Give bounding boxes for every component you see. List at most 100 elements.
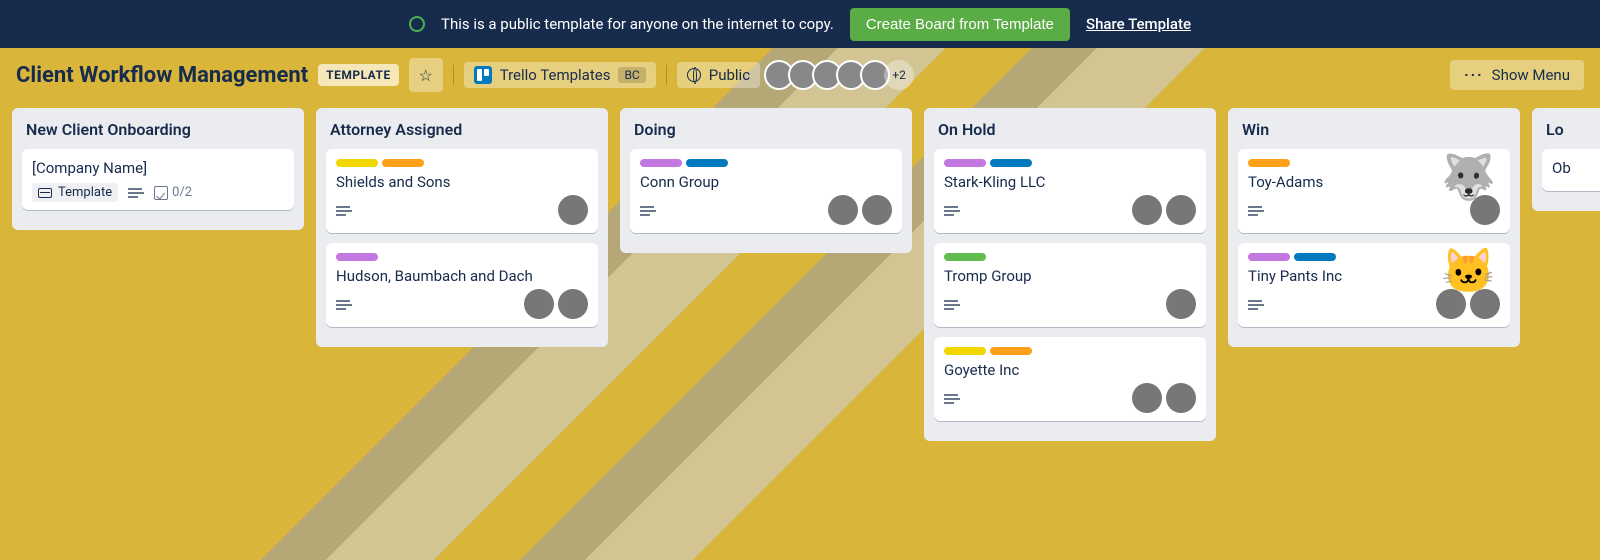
star-button[interactable]: ☆ (409, 58, 443, 92)
list[interactable]: Attorney Assigned Shields and Sons Hudson,… (316, 108, 608, 347)
description-icon (1248, 206, 1264, 216)
template-badge-label: Template (58, 185, 112, 200)
show-menu-label: Show Menu (1492, 66, 1570, 84)
list[interactable]: Doing Conn Group (620, 108, 912, 253)
show-menu-button[interactable]: ··· Show Menu (1450, 60, 1584, 90)
card-badges (944, 394, 960, 404)
card[interactable]: [Company Name] Template 0/2 (22, 149, 294, 210)
template-badge: Template (32, 183, 118, 202)
board-title[interactable]: Client Workflow Management (16, 63, 308, 88)
card-title: Goyette Inc (944, 361, 1196, 379)
globe-icon (687, 68, 701, 82)
board-header: Client Workflow Management TEMPLATE ☆ Tr… (0, 48, 1600, 102)
card[interactable]: Hudson, Baumbach and Dach (326, 243, 598, 327)
card-members (524, 289, 588, 319)
checklist-count: 0/2 (172, 185, 192, 200)
label-yellow[interactable] (944, 347, 986, 355)
sticker-icon: 🐱 (1441, 249, 1496, 293)
banner-message: This is a public template for anyone on … (441, 15, 834, 33)
description-icon (944, 206, 960, 216)
label-purple[interactable] (640, 159, 682, 167)
card-members (1132, 195, 1196, 225)
label-blue[interactable] (990, 159, 1032, 167)
avatar[interactable] (1166, 289, 1196, 319)
card-members (1132, 383, 1196, 413)
list[interactable]: Win🐺Toy-Adams 🐱Tiny Pants Inc (1228, 108, 1520, 347)
template-banner: This is a public template for anyone on … (0, 0, 1600, 48)
card[interactable]: Stark-Kling LLC (934, 149, 1206, 233)
avatar[interactable] (1132, 195, 1162, 225)
label-orange[interactable] (990, 347, 1032, 355)
card-title: Ob (1552, 159, 1600, 177)
create-board-button[interactable]: Create Board from Template (850, 8, 1070, 41)
card-labels (944, 159, 1196, 167)
list-title[interactable]: Lo (1542, 118, 1600, 149)
card-badges (944, 300, 960, 310)
card[interactable]: Ob (1542, 149, 1600, 191)
card-labels (640, 159, 892, 167)
list-title[interactable]: Win (1238, 118, 1510, 149)
card-labels (944, 347, 1196, 355)
avatar[interactable] (862, 195, 892, 225)
avatar[interactable] (1132, 383, 1162, 413)
label-green[interactable] (944, 253, 986, 261)
list-title[interactable]: Attorney Assigned (326, 118, 598, 149)
visibility-label: Public (709, 66, 750, 84)
card-badges: Template 0/2 (32, 183, 192, 202)
avatar-overflow[interactable]: +2 (884, 60, 914, 90)
description-icon (336, 206, 352, 216)
list-title[interactable]: New Client Onboarding (22, 118, 294, 149)
description-icon (944, 300, 960, 310)
visibility-button[interactable]: Public (677, 62, 760, 88)
template-chip: TEMPLATE (318, 64, 399, 86)
avatar[interactable] (1166, 383, 1196, 413)
card-labels (944, 253, 1196, 261)
description-icon (1248, 300, 1264, 310)
card-badges (336, 300, 352, 310)
workspace-name: Trello Templates (500, 66, 611, 84)
workspace-button[interactable]: Trello Templates BC (464, 62, 656, 88)
card-title: Conn Group (640, 173, 892, 191)
share-template-link[interactable]: Share Template (1086, 15, 1191, 33)
label-purple[interactable] (1248, 253, 1290, 261)
star-icon: ☆ (419, 66, 433, 85)
globe-icon (409, 16, 425, 32)
card-badges (640, 206, 656, 216)
label-purple[interactable] (944, 159, 986, 167)
list-title[interactable]: On Hold (934, 118, 1206, 149)
list[interactable]: New Client Onboarding [Company Name] Templ… (12, 108, 304, 230)
list-title[interactable]: Doing (630, 118, 902, 149)
card[interactable]: Shields and Sons (326, 149, 598, 233)
card-title: Shields and Sons (336, 173, 588, 191)
workspace-abbr: BC (618, 67, 645, 83)
card-members (828, 195, 892, 225)
label-yellow[interactable] (336, 159, 378, 167)
description-icon (944, 394, 960, 404)
list[interactable]: On HoldStark-Kling LLC Tromp Group Goyette… (924, 108, 1216, 441)
card-template-icon (38, 188, 52, 198)
board-canvas: New Client Onboarding [Company Name] Templ… (0, 102, 1600, 447)
card[interactable]: 🐱Tiny Pants Inc (1238, 243, 1510, 327)
avatar[interactable] (828, 195, 858, 225)
card-badges (1248, 300, 1264, 310)
label-orange[interactable] (1248, 159, 1290, 167)
label-blue[interactable] (686, 159, 728, 167)
label-blue[interactable] (1294, 253, 1336, 261)
description-icon (128, 188, 144, 198)
trello-logo-icon (474, 66, 492, 84)
card-title: [Company Name] (32, 159, 284, 177)
avatar[interactable] (558, 289, 588, 319)
card[interactable]: 🐺Toy-Adams (1238, 149, 1510, 233)
avatar[interactable] (1166, 195, 1196, 225)
card-labels (336, 253, 588, 261)
card-title: Hudson, Baumbach and Dach (336, 267, 588, 285)
card[interactable]: Goyette Inc (934, 337, 1206, 421)
board-members[interactable]: +2 (770, 60, 914, 90)
card[interactable]: Conn Group (630, 149, 902, 233)
list[interactable]: Lo Ob (1532, 108, 1600, 211)
avatar[interactable] (558, 195, 588, 225)
avatar[interactable] (524, 289, 554, 319)
label-purple[interactable] (336, 253, 378, 261)
card[interactable]: Tromp Group (934, 243, 1206, 327)
label-orange[interactable] (382, 159, 424, 167)
